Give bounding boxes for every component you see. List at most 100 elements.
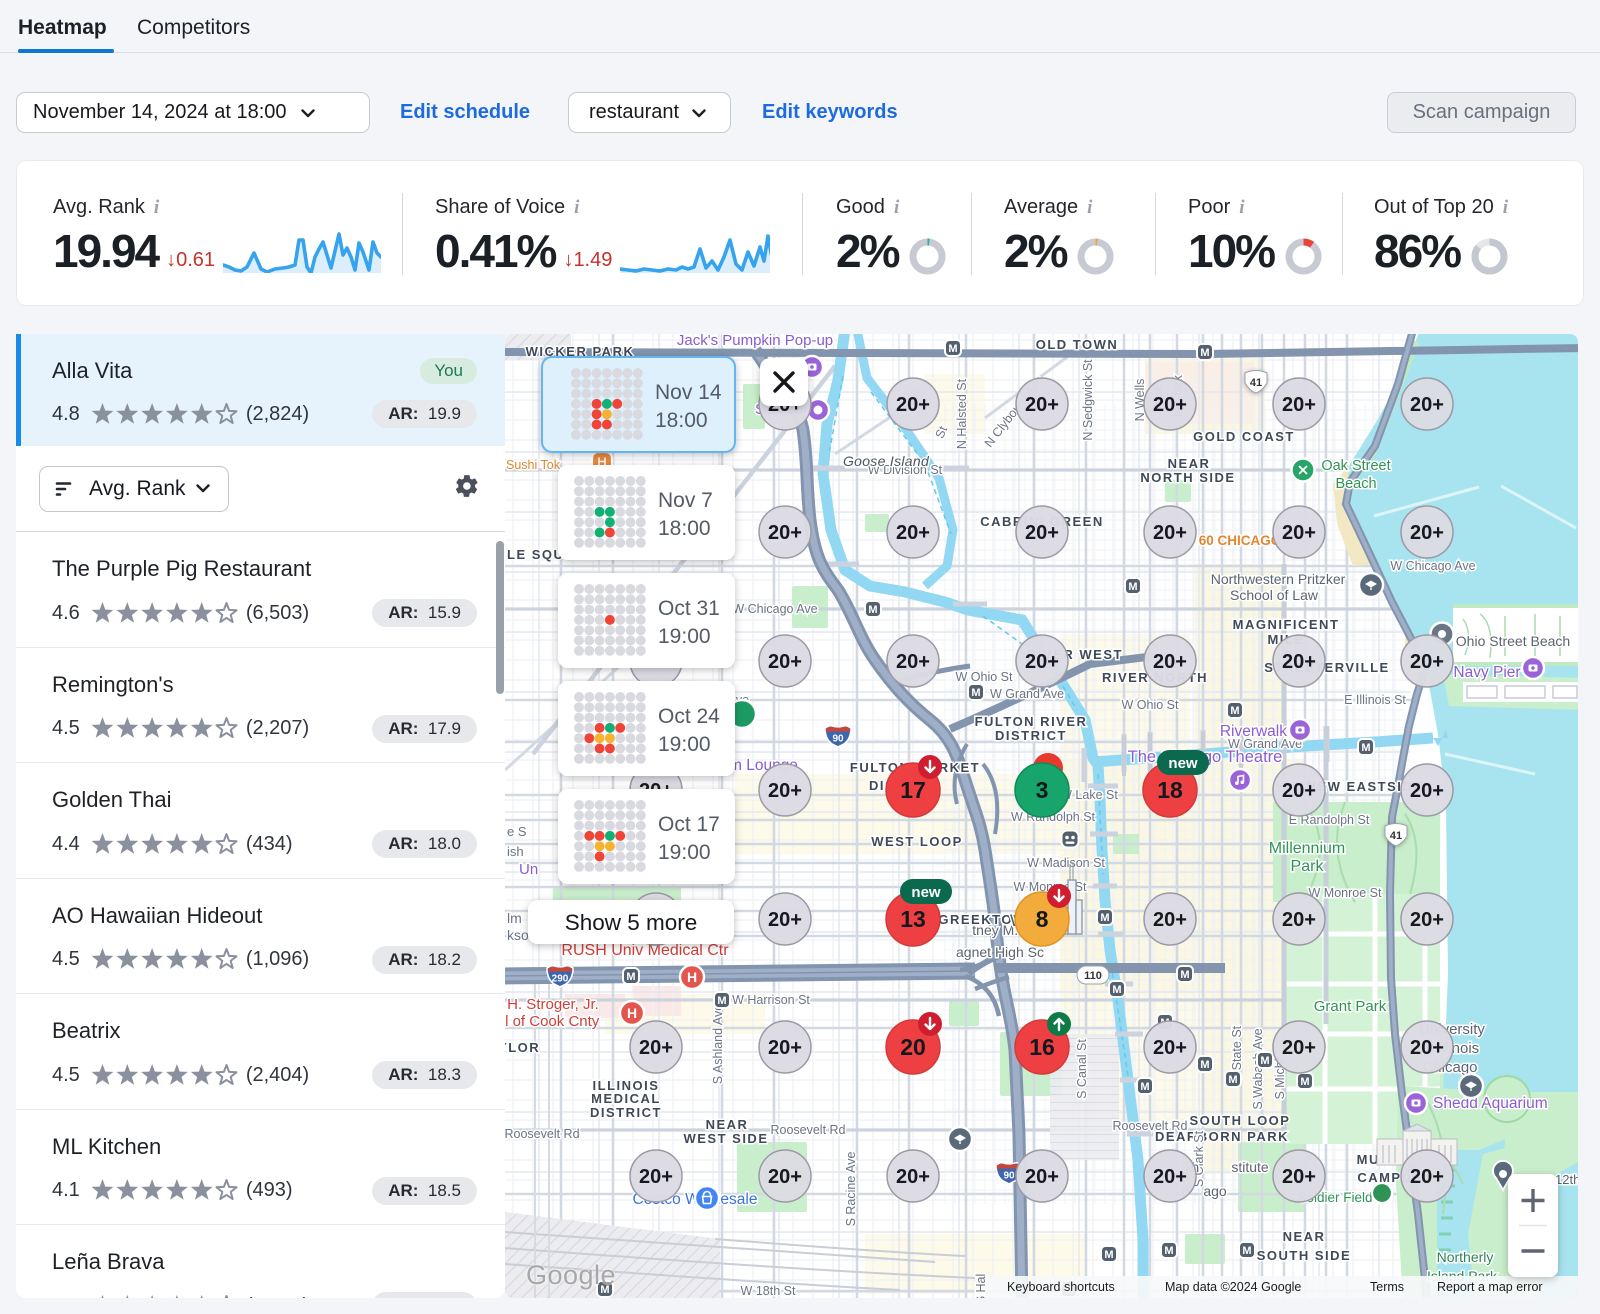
- svg-text:NEAR: NEAR: [1283, 1229, 1326, 1244]
- svg-text:OLD TOWN: OLD TOWN: [1036, 337, 1119, 352]
- svg-text:NEAR: NEAR: [1168, 456, 1211, 471]
- svg-text:M: M: [626, 971, 635, 983]
- svg-text:H. Stroger, Jr.: H. Stroger, Jr.: [507, 996, 599, 1013]
- svg-text:20+: 20+: [1410, 651, 1444, 673]
- svg-text:20+: 20+: [1025, 1166, 1059, 1188]
- svg-text:20+: 20+: [1410, 522, 1444, 544]
- svg-text:M: M: [971, 687, 980, 699]
- svg-text:RUSH Univ Medical Ctr: RUSH Univ Medical Ctr: [561, 942, 729, 959]
- svg-text:20+: 20+: [768, 651, 802, 673]
- svg-text:20+: 20+: [896, 522, 930, 544]
- svg-text:17: 17: [900, 777, 926, 803]
- svg-text:H: H: [627, 1005, 637, 1021]
- svg-text:19:00: 19:00: [658, 841, 711, 864]
- svg-text:Show 5 more: Show 5 more: [565, 910, 698, 935]
- svg-text:M: M: [1100, 912, 1109, 924]
- svg-text:20+: 20+: [768, 1037, 802, 1059]
- svg-text:M: M: [717, 995, 726, 1007]
- svg-text:Millennium: Millennium: [1269, 840, 1345, 857]
- svg-text:Oct 31: Oct 31: [658, 597, 720, 620]
- svg-text:19:00: 19:00: [658, 625, 711, 648]
- svg-text:41: 41: [1250, 377, 1262, 389]
- svg-text:W Ohio St: W Ohio St: [1122, 698, 1179, 712]
- svg-text:new: new: [911, 884, 941, 901]
- svg-text:Beach: Beach: [1335, 476, 1376, 492]
- svg-text:MAGNIFICENT: MAGNIFICENT: [1233, 617, 1340, 632]
- svg-text:20+: 20+: [1410, 394, 1444, 416]
- svg-text:M: M: [1361, 742, 1370, 754]
- svg-text:Sushi Tok: Sushi Tok: [506, 458, 561, 472]
- svg-text:MEDICAL: MEDICAL: [591, 1091, 661, 1106]
- svg-text:Report a map error: Report a map error: [1437, 1280, 1543, 1294]
- svg-text:110: 110: [1084, 970, 1102, 982]
- svg-text:20+: 20+: [1153, 1037, 1187, 1059]
- svg-text:M: M: [868, 604, 877, 616]
- svg-text:M: M: [1140, 1081, 1149, 1093]
- svg-text:20+: 20+: [1282, 780, 1316, 802]
- svg-text:ago: ago: [1203, 1183, 1227, 1199]
- svg-text:Un: Un: [519, 861, 538, 878]
- svg-text:20+: 20+: [1282, 651, 1316, 673]
- svg-text:DISTRICT: DISTRICT: [590, 1105, 662, 1120]
- svg-text:20+: 20+: [1410, 909, 1444, 931]
- svg-text:Google: Google: [526, 1260, 616, 1290]
- svg-text:Northerly: Northerly: [1437, 1249, 1494, 1265]
- svg-text:E Illinois St: E Illinois St: [1344, 693, 1406, 707]
- svg-text:M: M: [1230, 705, 1239, 717]
- svg-text:18:00: 18:00: [655, 409, 708, 432]
- svg-text:Northwestern Pritzker: Northwestern Pritzker: [1211, 571, 1346, 587]
- svg-text:20+: 20+: [768, 522, 802, 544]
- svg-text:Grant Park: Grant Park: [1314, 998, 1387, 1015]
- svg-text:Park: Park: [1291, 858, 1325, 875]
- svg-text:Map data ©2024 Google: Map data ©2024 Google: [1165, 1280, 1301, 1294]
- svg-text:20+: 20+: [1282, 1166, 1316, 1188]
- svg-text:41: 41: [1390, 830, 1402, 842]
- svg-text:Terms: Terms: [1370, 1280, 1404, 1294]
- svg-text:stitute: stitute: [1231, 1159, 1269, 1175]
- svg-text:Nov 7: Nov 7: [658, 489, 713, 512]
- svg-text:M: M: [1200, 347, 1209, 359]
- svg-text:Ohio Street Beach: Ohio Street Beach: [1456, 633, 1570, 649]
- svg-text:Roosevelt Rd: Roosevelt Rd: [505, 1127, 580, 1141]
- svg-text:60 CHICAGO: 60 CHICAGO: [1199, 533, 1282, 548]
- svg-text:S Racine Ave: S Racine Ave: [844, 1152, 858, 1227]
- svg-text:90: 90: [832, 734, 844, 745]
- svg-text:20: 20: [900, 1034, 926, 1060]
- svg-text:90: 90: [1003, 1171, 1015, 1182]
- svg-text:16: 16: [1029, 1034, 1055, 1060]
- svg-text:Goose Island: Goose Island: [843, 453, 930, 469]
- svg-text:18:00: 18:00: [658, 517, 711, 540]
- svg-text:W Chicago Ave: W Chicago Ave: [1390, 559, 1475, 573]
- svg-text:Nov 14: Nov 14: [655, 381, 722, 404]
- svg-text:20+: 20+: [1282, 909, 1316, 931]
- svg-text:N Sedgwick St: N Sedgwick St: [1081, 359, 1095, 441]
- svg-text:SOUTH LOOP: SOUTH LOOP: [1190, 1113, 1291, 1128]
- svg-text:W Harrison St: W Harrison St: [732, 993, 810, 1007]
- svg-text:TAYLOR: TAYLOR: [505, 1040, 540, 1055]
- svg-text:12th Str: 12th Str: [1555, 1172, 1578, 1187]
- svg-text:W Monroe St: W Monroe St: [1309, 886, 1382, 900]
- svg-text:kso: kso: [507, 927, 529, 943]
- svg-text:20+: 20+: [1410, 1166, 1444, 1188]
- svg-text:20+: 20+: [896, 1166, 930, 1188]
- svg-text:20+: 20+: [1282, 394, 1316, 416]
- svg-text:18: 18: [1157, 777, 1183, 803]
- svg-text:NEAR: NEAR: [706, 1117, 749, 1132]
- svg-text:GOLD COAST: GOLD COAST: [1193, 429, 1295, 444]
- svg-text:NORTH SIDE: NORTH SIDE: [1140, 470, 1235, 485]
- svg-text:SOUTH SIDE: SOUTH SIDE: [1257, 1248, 1351, 1263]
- svg-text:Keyboard shortcuts: Keyboard shortcuts: [1007, 1280, 1115, 1294]
- svg-text:Navy Pier: Navy Pier: [1453, 664, 1520, 681]
- svg-text:Jack's Pumpkin Pop-up: Jack's Pumpkin Pop-up: [677, 334, 833, 349]
- svg-text:S Canal St: S Canal St: [1075, 1039, 1089, 1099]
- svg-text:H: H: [687, 969, 697, 985]
- svg-text:N Halsted St: N Halsted St: [955, 378, 969, 449]
- svg-text:M: M: [948, 343, 957, 355]
- svg-text:M: M: [1128, 581, 1137, 593]
- svg-text:Shedd Aquarium: Shedd Aquarium: [1433, 1095, 1548, 1112]
- svg-text:8: 8: [1036, 906, 1049, 932]
- svg-text:20+: 20+: [1410, 1037, 1444, 1059]
- svg-text:M: M: [1200, 1059, 1209, 1071]
- svg-text:S Ashland Ave: S Ashland Ave: [711, 1004, 725, 1084]
- svg-text:W Chicago Ave: W Chicago Ave: [732, 602, 817, 616]
